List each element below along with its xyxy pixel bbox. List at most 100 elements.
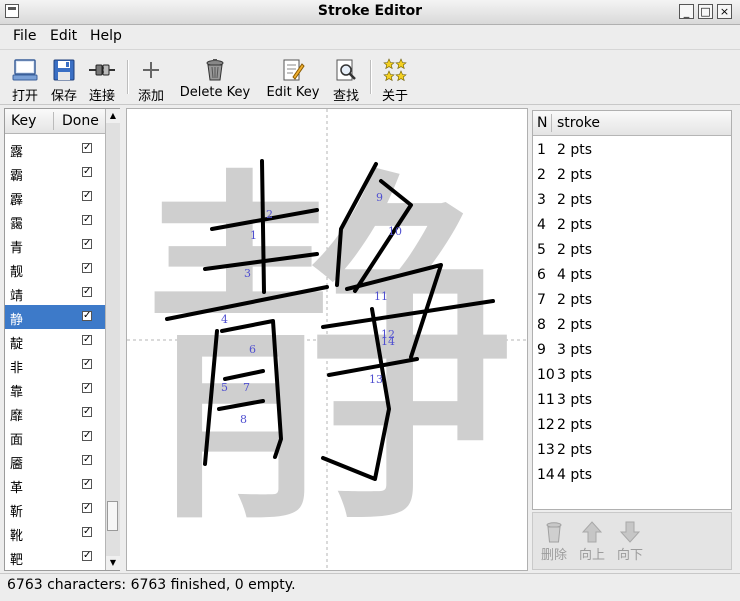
stroke-point-count: 2 pts: [557, 217, 593, 233]
done-checkbox[interactable]: ✓: [82, 527, 92, 537]
computer-icon: [12, 59, 38, 81]
key-character: 靡: [10, 409, 24, 424]
stroke-number: 1: [537, 142, 546, 158]
stroke-number-label: 10: [388, 225, 402, 238]
key-row[interactable]: 霸 ✓: [5, 161, 105, 185]
column-header-key[interactable]: Key: [11, 113, 36, 129]
edit-key-button[interactable]: Edit Key: [262, 56, 324, 102]
scroll-down-arrow-icon[interactable]: ▼: [106, 556, 120, 570]
done-checkbox[interactable]: ✓: [82, 215, 92, 225]
done-checkbox[interactable]: ✓: [82, 167, 92, 177]
add-button[interactable]: 添加: [134, 56, 168, 104]
save-label: 保存: [50, 89, 77, 104]
menu-edit[interactable]: Edit: [50, 28, 77, 44]
done-checkbox[interactable]: ✓: [82, 239, 92, 249]
open-button[interactable]: 打开: [8, 56, 42, 104]
key-row[interactable]: 革 ✓: [5, 473, 105, 497]
stroke-point-count: 2 pts: [557, 167, 593, 183]
key-row[interactable]: 靄 ✓: [5, 209, 105, 233]
key-list-scrollbar[interactable]: ▲ ▼: [105, 109, 120, 570]
delete-key-button[interactable]: Delete Key: [174, 56, 256, 102]
done-checkbox[interactable]: ✓: [82, 311, 92, 321]
key-list[interactable]: Key Done 露 ✓ 霸 ✓ 霹 ✓ 靄 ✓ 青 ✓ 靓 ✓ 靖 ✓ 静 ✓ 靛 ✓ 非 ✓ 靠 ✓ 靡 ✓ 面 ✓ 靥 ✓ 革 ✓ 靳…: [4, 108, 120, 571]
done-checkbox[interactable]: ✓: [82, 503, 92, 513]
stroke-row[interactable]: 8 2 pts: [533, 313, 731, 338]
stroke-point-count: 3 pts: [557, 342, 593, 358]
key-row[interactable]: 靓 ✓: [5, 257, 105, 281]
connect-button[interactable]: 连接: [85, 56, 119, 104]
find-button[interactable]: 查找: [330, 56, 362, 104]
stroke-row[interactable]: 4 2 pts: [533, 213, 731, 238]
column-header-stroke[interactable]: stroke: [557, 115, 600, 131]
stroke-row[interactable]: 5 2 pts: [533, 238, 731, 263]
done-checkbox[interactable]: ✓: [82, 431, 92, 441]
stroke-number-label: 3: [244, 267, 251, 280]
stroke-row[interactable]: 9 3 pts: [533, 338, 731, 363]
delete-stroke-button[interactable]: 删除: [539, 521, 569, 563]
stroke-point-count: 3 pts: [557, 392, 593, 408]
key-row[interactable]: 靳 ✓: [5, 497, 105, 521]
stroke-row[interactable]: 14 4 pts: [533, 463, 731, 488]
move-down-button[interactable]: 向下: [615, 521, 645, 563]
stroke-number-label: 7: [243, 381, 250, 394]
maximize-button[interactable]: □: [698, 4, 713, 19]
stroke-point-count: 2 pts: [557, 417, 593, 433]
column-header-done[interactable]: Done: [62, 113, 99, 129]
key-character: 革: [10, 481, 24, 496]
stroke-number: 14: [537, 467, 555, 483]
stroke-row[interactable]: 11 3 pts: [533, 388, 731, 413]
key-row[interactable]: 霹 ✓: [5, 185, 105, 209]
stroke-row[interactable]: 7 2 pts: [533, 288, 731, 313]
key-character: 靛: [10, 337, 24, 352]
done-checkbox[interactable]: ✓: [82, 455, 92, 465]
stroke-point-count: 2 pts: [557, 317, 593, 333]
key-row[interactable]: 非 ✓: [5, 353, 105, 377]
key-row[interactable]: 靠 ✓: [5, 377, 105, 401]
key-row[interactable]: 靖 ✓: [5, 281, 105, 305]
key-row[interactable]: 露 ✓: [5, 137, 105, 161]
menu-file[interactable]: File: [13, 28, 36, 44]
save-button[interactable]: 保存: [47, 56, 81, 104]
key-row[interactable]: 靡 ✓: [5, 401, 105, 425]
move-up-button[interactable]: 向上: [577, 521, 607, 563]
stroke-number-label: 4: [221, 313, 228, 326]
done-checkbox[interactable]: ✓: [82, 359, 92, 369]
key-row[interactable]: 青 ✓: [5, 233, 105, 257]
move-down-label: 向下: [616, 548, 643, 563]
done-checkbox[interactable]: ✓: [82, 143, 92, 153]
stroke-number: 9: [537, 342, 546, 358]
about-button[interactable]: 关于: [378, 56, 412, 104]
menu-help[interactable]: Help: [90, 28, 122, 44]
done-checkbox[interactable]: ✓: [82, 407, 92, 417]
stroke-row[interactable]: 13 2 pts: [533, 438, 731, 463]
column-header-n[interactable]: N: [537, 115, 547, 131]
drawing-canvas[interactable]: 静 1 2 3 4 5 6 7 8 9 10 11 12 13 14: [126, 108, 528, 571]
done-checkbox[interactable]: ✓: [82, 335, 92, 345]
key-row[interactable]: 静 ✓: [5, 305, 105, 329]
key-row[interactable]: 靴 ✓: [5, 521, 105, 545]
key-row[interactable]: 靥 ✓: [5, 449, 105, 473]
stroke-row[interactable]: 12 2 pts: [533, 413, 731, 438]
done-checkbox[interactable]: ✓: [82, 551, 92, 561]
done-checkbox[interactable]: ✓: [82, 479, 92, 489]
stroke-row[interactable]: 2 2 pts: [533, 163, 731, 188]
stroke-number: 11: [537, 392, 555, 408]
stroke-row[interactable]: 10 3 pts: [533, 363, 731, 388]
stroke-row[interactable]: 1 2 pts: [533, 138, 731, 163]
stroke-row[interactable]: 3 2 pts: [533, 188, 731, 213]
scrollbar-thumb[interactable]: [107, 501, 118, 531]
stroke-list[interactable]: N stroke 1 2 pts 2 2 pts 3 2 pts 4 2 pts 5 2 pts 6…: [532, 110, 732, 510]
scroll-up-arrow-icon[interactable]: ▲: [106, 109, 120, 123]
title-bar: Stroke Editor _ □ ×: [0, 0, 740, 25]
done-checkbox[interactable]: ✓: [82, 383, 92, 393]
stroke-number: 6: [537, 267, 546, 283]
close-button[interactable]: ×: [717, 4, 732, 19]
key-row[interactable]: 面 ✓: [5, 425, 105, 449]
done-checkbox[interactable]: ✓: [82, 191, 92, 201]
key-row[interactable]: 靛 ✓: [5, 329, 105, 353]
stroke-row[interactable]: 6 4 pts: [533, 263, 731, 288]
done-checkbox[interactable]: ✓: [82, 287, 92, 297]
minimize-button[interactable]: _: [679, 4, 694, 19]
key-row[interactable]: 靶 ✓: [5, 545, 105, 569]
done-checkbox[interactable]: ✓: [82, 263, 92, 273]
